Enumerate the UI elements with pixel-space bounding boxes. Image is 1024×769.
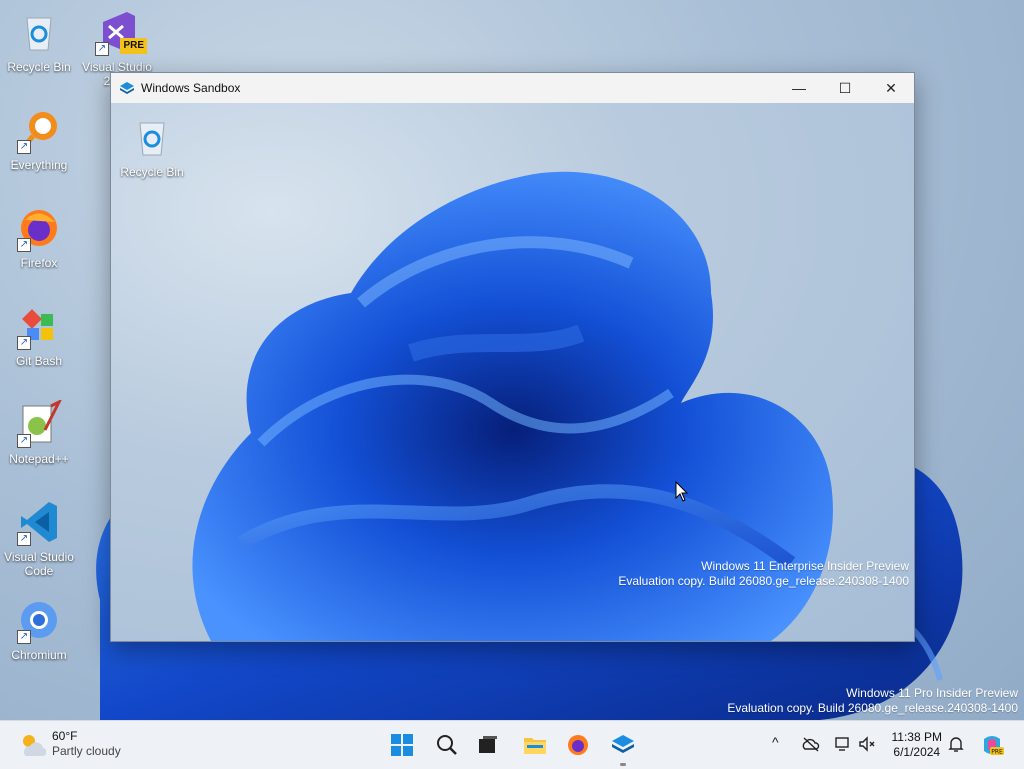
sandbox-desktop-icon-recycle-bin[interactable]: Recycle Bin bbox=[113, 113, 191, 179]
window-titlebar[interactable]: Windows Sandbox — ☐ ✕ bbox=[111, 73, 914, 103]
desktop-icon-git-bash[interactable]: ↗ Git Bash bbox=[0, 302, 78, 368]
taskbar: 60°F Partly cloudy ^ 11:38 PM 6/1/2024 P… bbox=[0, 720, 1024, 769]
firefox-icon: ↗ bbox=[15, 204, 63, 252]
desktop-icon-label: Notepad++ bbox=[9, 452, 69, 466]
shortcut-arrow-icon: ↗ bbox=[95, 42, 109, 56]
chromium-icon: ↗ bbox=[15, 596, 63, 644]
file-explorer-button[interactable] bbox=[519, 729, 551, 761]
volume-muted-icon[interactable] bbox=[858, 735, 876, 753]
desktop-icon-everything[interactable]: ↗ Everything bbox=[0, 106, 78, 172]
desktop-icon-label: Git Bash bbox=[15, 354, 63, 368]
desktop-icon-label: Recycle Bin bbox=[120, 165, 184, 179]
desktop-icon-label: Firefox bbox=[20, 256, 58, 270]
shortcut-arrow-icon: ↗ bbox=[17, 238, 31, 252]
clock-time: 11:38 PM bbox=[891, 730, 942, 744]
maximize-button[interactable]: ☐ bbox=[822, 73, 868, 103]
recycle-bin-icon bbox=[128, 113, 176, 161]
desktop-icon-chromium[interactable]: ↗ Chromium bbox=[0, 596, 78, 662]
shortcut-arrow-icon: ↗ bbox=[17, 140, 31, 154]
desktop-icon-recycle-bin[interactable]: Recycle Bin bbox=[0, 8, 78, 74]
windows-sandbox-taskbar-button[interactable] bbox=[607, 729, 639, 766]
minimize-button[interactable]: — bbox=[776, 73, 822, 103]
onedrive-offline-icon[interactable] bbox=[802, 736, 820, 752]
close-button[interactable]: ✕ bbox=[868, 73, 914, 103]
watermark-line: Windows 11 Pro Insider Preview bbox=[846, 686, 1018, 700]
preview-badge: PRE bbox=[120, 38, 147, 54]
clock-date: 6/1/2024 bbox=[893, 745, 941, 759]
mouse-cursor-icon bbox=[675, 481, 689, 502]
windows-sandbox-icon bbox=[120, 82, 134, 94]
desktop-icon-label: Recycle Bin bbox=[7, 60, 71, 74]
host-watermark: Windows 11 Pro Insider Preview Evaluatio… bbox=[727, 686, 1018, 716]
taskbar-clock[interactable]: 11:38 PM 6/1/2024 bbox=[892, 730, 942, 760]
git-bash-icon: ↗ bbox=[15, 302, 63, 350]
sandbox-desktop[interactable]: Recycle Bin Windows 11 Enterprise Inside… bbox=[111, 103, 914, 641]
firefox-taskbar-button[interactable] bbox=[562, 729, 594, 761]
start-button[interactable] bbox=[386, 729, 418, 761]
desktop-icon-notepad-plus-plus[interactable]: ↗ Notepad++ bbox=[0, 398, 78, 466]
search-icon bbox=[437, 735, 457, 755]
notepad-plus-plus-icon: ↗ bbox=[15, 398, 63, 448]
watermark-line: Evaluation copy. Build 26080.ge_release.… bbox=[618, 574, 909, 588]
weather-temperature: 60°F bbox=[52, 729, 78, 743]
desktop-icon-label: Chromium bbox=[11, 648, 67, 662]
shortcut-arrow-icon: ↗ bbox=[17, 434, 31, 448]
partly-cloudy-icon bbox=[23, 735, 46, 757]
windows-sandbox-icon bbox=[612, 735, 634, 753]
search-button[interactable] bbox=[431, 729, 463, 761]
visual-studio-icon: PRE ↗ bbox=[93, 8, 147, 56]
recycle-bin-icon bbox=[15, 8, 63, 56]
task-view-icon bbox=[479, 736, 497, 753]
shortcut-arrow-icon: ↗ bbox=[17, 630, 31, 644]
weather-widget[interactable]: 60°F Partly cloudy bbox=[18, 729, 121, 759]
sandbox-watermark: Windows 11 Enterprise Insider Preview Ev… bbox=[618, 559, 909, 589]
desktop-icon-label: Visual Studio Code bbox=[4, 550, 74, 578]
window-title: Windows Sandbox bbox=[141, 81, 241, 95]
running-indicator bbox=[620, 763, 626, 766]
start-icon bbox=[391, 734, 413, 756]
firefox-icon bbox=[568, 735, 588, 755]
watermark-line: Evaluation copy. Build 26080.ge_release.… bbox=[727, 701, 1018, 715]
vscode-icon: ↗ bbox=[15, 498, 63, 546]
svg-text:PRE: PRE bbox=[991, 749, 1003, 756]
desktop-icon-label: Everything bbox=[10, 158, 68, 172]
copilot-icon[interactable]: PRE bbox=[980, 733, 1004, 757]
desktop-icon-vscode[interactable]: ↗ Visual Studio Code bbox=[0, 498, 78, 578]
show-hidden-icons-button[interactable]: ^ bbox=[772, 734, 779, 750]
everything-search-icon: ↗ bbox=[15, 106, 63, 154]
desktop-icon-firefox[interactable]: ↗ Firefox bbox=[0, 204, 78, 270]
sandbox-window[interactable]: Windows Sandbox — ☐ ✕ Recycle Bin Window… bbox=[110, 72, 915, 642]
network-icon[interactable] bbox=[834, 735, 852, 753]
task-view-button[interactable] bbox=[472, 729, 504, 761]
weather-condition: Partly cloudy bbox=[52, 744, 121, 758]
notification-bell-icon[interactable] bbox=[948, 735, 964, 753]
file-explorer-icon bbox=[524, 738, 546, 754]
shortcut-arrow-icon: ↗ bbox=[17, 336, 31, 350]
shortcut-arrow-icon: ↗ bbox=[17, 532, 31, 546]
watermark-line: Windows 11 Enterprise Insider Preview bbox=[701, 559, 909, 573]
